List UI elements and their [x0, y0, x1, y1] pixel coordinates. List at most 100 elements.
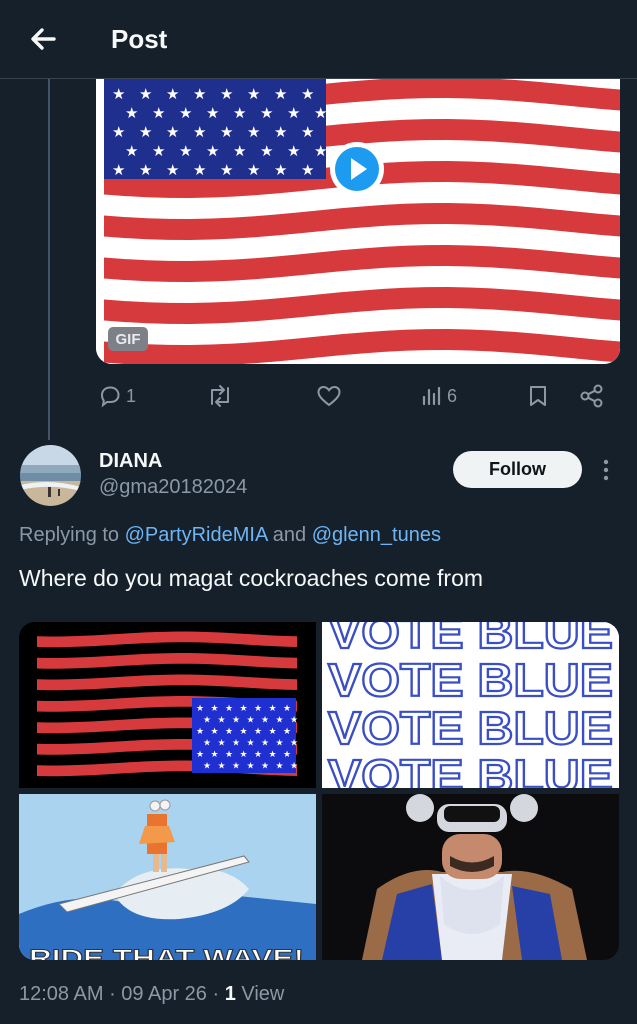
flag-gif-media[interactable]: ★ ★ ★ ★ ★ ★ ★ ★ ★ ★ ★ ★ ★ ★ ★ ★ ★ ★ ★ ★ ★ ★ ★ ★ ★ ★ ★ ★ ★ ★ ★ ★ ★ ★ ★ ★ ★ ★ ★ ★	[96, 79, 620, 364]
svg-text:★: ★	[211, 727, 219, 737]
more-options-icon[interactable]	[595, 455, 617, 485]
svg-text:★: ★	[269, 750, 277, 760]
author-handle[interactable]: @gma20182024	[99, 476, 247, 499]
gif-badge: GIF	[108, 327, 148, 351]
reply-action[interactable]: 1	[98, 376, 136, 416]
repost-action[interactable]	[206, 376, 238, 416]
like-action[interactable]	[316, 376, 346, 416]
page-title: Post	[111, 24, 168, 54]
svg-text:★: ★	[220, 161, 233, 179]
svg-text:★: ★	[166, 161, 179, 179]
svg-text:★: ★	[125, 142, 138, 160]
svg-text:★: ★	[225, 704, 233, 714]
vote-blue-line-4: VOTE BLUE	[328, 750, 613, 788]
avatar[interactable]	[20, 445, 81, 506]
follow-button[interactable]: Follow	[453, 451, 582, 488]
vote-blue-line-2: VOTE BLUE	[328, 654, 613, 706]
svg-text:★: ★	[220, 85, 233, 103]
svg-text:★: ★	[112, 123, 125, 141]
svg-text:★: ★	[196, 727, 204, 737]
heart-icon	[317, 385, 341, 407]
svg-text:★: ★	[112, 85, 125, 103]
bookmark-action[interactable]	[527, 376, 549, 416]
media-grid: ★ ★ ★ ★ ★ ★ ★ ★ ★ ★ ★ ★ ★ ★ ★ ★ ★ ★ ★ ★ ★ ★ ★ ★ ★ ★ ★ ★ ★ ★ ★ ★ ★ ★ ★ ★ ★ ★ ★ ★…	[19, 622, 619, 960]
svg-text:★: ★	[247, 161, 260, 179]
mention-partyridemia[interactable]: @PartyRideMIA	[125, 524, 268, 546]
svg-text:★: ★	[166, 85, 179, 103]
svg-text:★: ★	[139, 123, 152, 141]
play-button-icon[interactable]	[328, 140, 386, 198]
svg-text:★: ★	[240, 704, 248, 714]
svg-text:★: ★	[287, 104, 300, 122]
svg-text:★: ★	[261, 739, 269, 749]
svg-text:★: ★	[261, 716, 269, 726]
svg-text:★: ★	[225, 727, 233, 737]
svg-text:★: ★	[152, 142, 165, 160]
back-arrow-icon[interactable]	[26, 22, 60, 56]
share-icon	[580, 384, 603, 408]
svg-text:★: ★	[240, 750, 248, 760]
analytics-icon	[422, 386, 441, 406]
svg-text:★: ★	[218, 716, 226, 726]
vote-blue-line-1: VOTE BLUE	[328, 622, 613, 658]
svg-text:★: ★	[179, 104, 192, 122]
svg-text:★: ★	[232, 716, 240, 726]
svg-text:★: ★	[276, 739, 284, 749]
svg-text:★: ★	[125, 104, 138, 122]
svg-text:★: ★	[254, 727, 262, 737]
svg-text:★: ★	[274, 123, 287, 141]
views-count: 6	[447, 385, 458, 406]
svg-text:★: ★	[247, 123, 260, 141]
view-label: View	[235, 983, 285, 1005]
author-name[interactable]: DIANA	[99, 450, 162, 473]
svg-text:★: ★	[261, 762, 269, 772]
svg-text:★: ★	[139, 161, 152, 179]
top-bar: Post	[0, 0, 637, 79]
share-action[interactable]	[579, 376, 605, 416]
replying-and-label: and	[267, 524, 312, 546]
svg-text:★: ★	[218, 762, 226, 772]
svg-text:★: ★	[290, 762, 298, 772]
bookmark-icon	[530, 386, 546, 406]
reply-count: 1	[126, 385, 137, 406]
vote-blue-line-3: VOTE BLUE	[328, 702, 613, 754]
svg-text:★: ★	[232, 739, 240, 749]
svg-text:★: ★	[206, 142, 219, 160]
svg-text:★: ★	[196, 750, 204, 760]
svg-text:★: ★	[276, 716, 284, 726]
svg-text:★: ★	[196, 704, 204, 714]
svg-text:★: ★	[254, 750, 262, 760]
repost-icon	[211, 385, 229, 407]
upside-down-flag-image[interactable]: ★ ★ ★ ★ ★ ★ ★ ★ ★ ★ ★ ★ ★ ★ ★ ★ ★ ★ ★ ★ ★ ★ ★ ★ ★ ★ ★ ★ ★ ★ ★ ★ ★ ★ ★ ★ ★ ★ ★ ★…	[19, 622, 316, 788]
svg-text:★: ★	[247, 739, 255, 749]
svg-text:★: ★	[240, 727, 248, 737]
mention-glenn-tunes[interactable]: @glenn_tunes	[312, 524, 441, 546]
reply-icon	[100, 386, 120, 408]
patriotic-man-image[interactable]	[322, 794, 619, 960]
svg-text:★: ★	[290, 739, 298, 749]
svg-text:★: ★	[139, 85, 152, 103]
svg-text:★: ★	[301, 123, 314, 141]
svg-text:★: ★	[166, 123, 179, 141]
svg-text:★: ★	[218, 739, 226, 749]
svg-text:★: ★	[283, 704, 291, 714]
svg-text:★: ★	[274, 85, 287, 103]
svg-text:★: ★	[193, 123, 206, 141]
replying-to-label: Replying to	[19, 524, 125, 546]
post-metadata: 12:08 AM · 09 Apr 26 · 1 View	[19, 983, 284, 1006]
svg-text:★: ★	[193, 161, 206, 179]
svg-text:★: ★	[247, 716, 255, 726]
svg-text:★: ★	[193, 85, 206, 103]
svg-text:★: ★	[276, 762, 284, 772]
post-date: 09 Apr 26	[121, 983, 207, 1005]
wave-caption: RIDE THAT WAVE!	[29, 945, 304, 960]
svg-text:★: ★	[211, 750, 219, 760]
svg-text:★: ★	[203, 762, 211, 772]
svg-text:★: ★	[225, 750, 233, 760]
views-action[interactable]: 6	[421, 376, 457, 416]
svg-text:★: ★	[112, 161, 125, 179]
svg-text:★: ★	[314, 104, 327, 122]
svg-text:★: ★	[283, 727, 291, 737]
vote-blue-image[interactable]: VOTE BLUE VOTE BLUE VOTE BLUE VOTE BLUE	[322, 622, 619, 788]
ride-that-wave-image[interactable]: RIDE THAT WAVE!	[19, 794, 316, 960]
